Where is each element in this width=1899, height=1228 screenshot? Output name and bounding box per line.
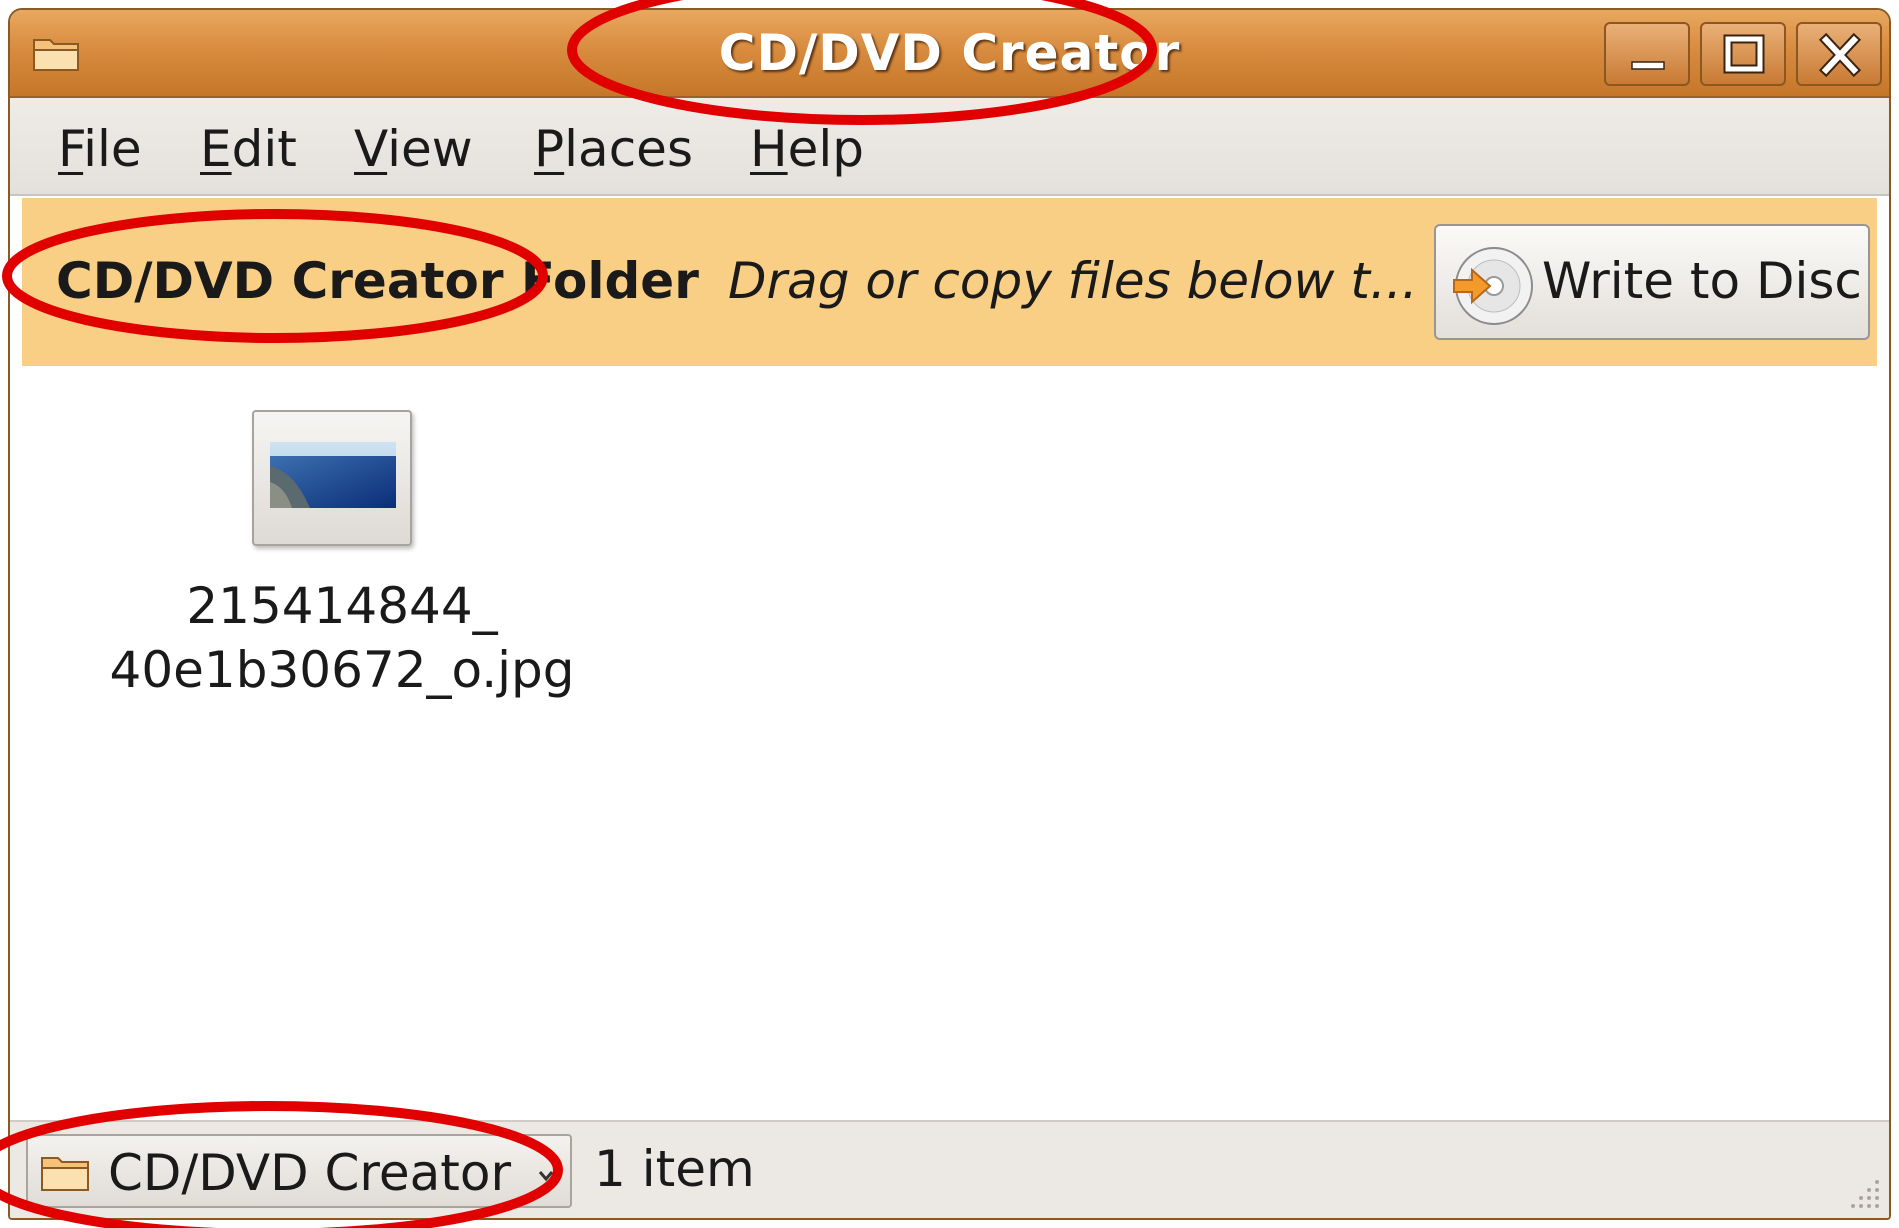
menu-edit[interactable]: Edit bbox=[200, 120, 297, 178]
location-button[interactable]: CD/DVD Creator bbox=[26, 1134, 572, 1208]
burn-disc-icon bbox=[1453, 247, 1533, 325]
chevron-down-icon bbox=[538, 1171, 554, 1182]
info-bar-description: Drag or copy files below t... bbox=[728, 252, 1418, 310]
menu-view[interactable]: View bbox=[354, 120, 473, 178]
item-count: 1 item bbox=[594, 1140, 755, 1198]
menu-places[interactable]: Places bbox=[534, 120, 693, 178]
maximize-icon bbox=[1723, 34, 1765, 74]
title-bar[interactable]: CD/DVD Creator bbox=[10, 10, 1889, 98]
file-manager-window: CD/DVD Creator File Edit View Places Hel… bbox=[8, 8, 1891, 1220]
menu-bar: File Edit View Places Help bbox=[10, 98, 1889, 196]
info-bar: CD/DVD Creator Folder Drag or copy files… bbox=[22, 198, 1877, 366]
file-name: 215414844_ 40e1b30672_o.jpg bbox=[109, 577, 575, 699]
close-icon bbox=[1818, 32, 1862, 78]
minimize-button[interactable] bbox=[1604, 22, 1690, 86]
menu-file[interactable]: File bbox=[58, 120, 142, 178]
write-to-disc-button[interactable]: Write to Disc bbox=[1434, 224, 1870, 340]
menu-help[interactable]: Help bbox=[750, 120, 864, 178]
icon-view[interactable]: 215414844_ 40e1b30672_o.jpg bbox=[22, 366, 1877, 1138]
location-label: CD/DVD Creator bbox=[108, 1144, 512, 1202]
image-thumbnail-icon bbox=[252, 410, 412, 546]
resize-grip-icon[interactable] bbox=[1843, 1172, 1883, 1212]
folder-icon bbox=[41, 1157, 89, 1191]
status-bar: CD/DVD Creator 1 item bbox=[10, 1120, 1889, 1218]
write-to-disc-label: Write to Disc bbox=[1542, 252, 1862, 310]
maximize-button[interactable] bbox=[1700, 22, 1786, 86]
thumbnail-image bbox=[270, 442, 396, 508]
close-button[interactable] bbox=[1796, 22, 1882, 86]
info-bar-title: CD/DVD Creator Folder bbox=[56, 252, 699, 310]
minimize-icon bbox=[1631, 61, 1665, 70]
file-item[interactable]: 215414844_ 40e1b30672_o.jpg bbox=[102, 410, 582, 710]
